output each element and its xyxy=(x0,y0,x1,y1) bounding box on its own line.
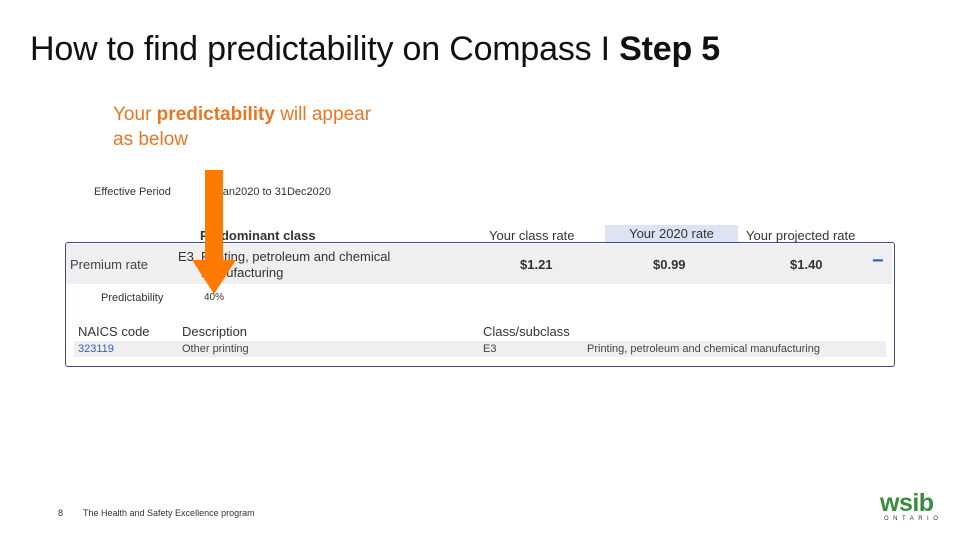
predictability-label: Predictability xyxy=(101,292,164,304)
premium-rate-label: Premium rate xyxy=(70,257,149,272)
naics-description-header: Description xyxy=(182,324,248,339)
callout-bold: predictability xyxy=(156,104,275,125)
class-rate-header: Your class rate xyxy=(489,228,575,243)
rate-2020-value: $0.99 xyxy=(653,257,686,272)
slide-title: How to find predictability on Compass I … xyxy=(30,30,720,69)
naics-class: E3 xyxy=(483,343,497,355)
naics-code-header: NAICS code xyxy=(78,324,150,339)
down-arrow-icon xyxy=(192,170,236,294)
footer-text: The Health and Safety Excellence program xyxy=(83,508,255,518)
effective-period-label: Effective Period xyxy=(94,186,171,198)
logo-sub: ONTARIO xyxy=(884,516,943,522)
logo-word: wsib xyxy=(880,489,934,517)
naics-code-link[interactable]: 323119 xyxy=(78,343,114,355)
slide-title-main: How to find predictability on Compass I xyxy=(30,30,620,68)
naics-subclass: Printing, petroleum and chemical manufac… xyxy=(587,343,820,355)
slide-title-step: Step 5 xyxy=(619,30,721,68)
naics-description: Other printing xyxy=(182,343,249,355)
rate-2020-header: Your 2020 rate xyxy=(605,225,738,243)
projected-rate-header: Your projected rate xyxy=(746,228,856,243)
arrow-shaft xyxy=(205,170,223,262)
predictability-callout: Your predictability will appear as below xyxy=(113,102,373,152)
naics-class-header: Class/subclass xyxy=(483,324,570,339)
projected-rate-value: $1.40 xyxy=(790,257,823,272)
callout-prefix: Your xyxy=(113,104,157,125)
class-rate-value: $1.21 xyxy=(520,257,553,272)
collapse-icon[interactable]: − xyxy=(872,250,884,273)
arrow-head xyxy=(192,260,236,294)
page-number: 8 xyxy=(58,508,64,518)
